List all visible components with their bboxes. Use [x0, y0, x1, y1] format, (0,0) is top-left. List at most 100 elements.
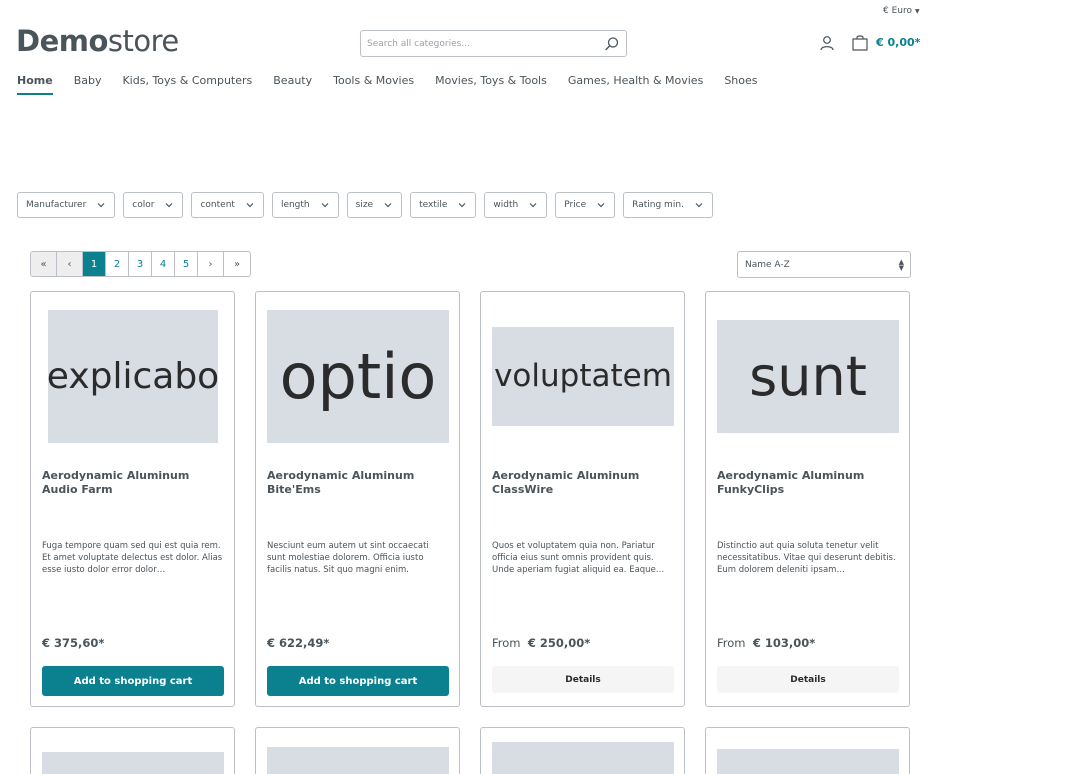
product-price: € 375,60*	[42, 636, 104, 650]
nav-item-games-health-movies[interactable]: Games, Health & Movies	[568, 74, 703, 95]
product-card	[480, 727, 685, 774]
filter-rating-min[interactable]: Rating min.	[623, 192, 713, 218]
sort-select[interactable]: Name A-Z ▲ ▼	[737, 251, 911, 278]
pagination-page-3[interactable]: 3	[129, 252, 152, 276]
product-title[interactable]: Aerodynamic Aluminum ClassWire	[492, 469, 677, 497]
currency-switcher[interactable]: € Euro ▼	[883, 6, 920, 16]
chevron-down-icon	[246, 203, 254, 208]
account-button[interactable]	[819, 35, 835, 51]
search-icon	[605, 37, 619, 51]
product-price: From € 103,00*	[717, 636, 815, 650]
chevron-down-icon	[384, 203, 392, 208]
search-input[interactable]	[367, 36, 592, 52]
filter-label: length	[280, 200, 310, 210]
product-description: Quos et voluptatem quia non. Pariatur of…	[492, 541, 665, 575]
filter-label: width	[493, 200, 519, 210]
filter-length[interactable]: length	[271, 192, 339, 218]
filter-bar: Manufacturer color content length size t…	[17, 192, 713, 218]
product-image: optio	[267, 309, 449, 443]
product-image: voluptatem	[492, 326, 674, 426]
pagination-next-button[interactable]: ›	[198, 252, 224, 276]
chevron-down-icon	[597, 203, 605, 208]
pagination-page-5[interactable]: 5	[175, 252, 198, 276]
product-image[interactable]	[42, 752, 224, 774]
product-image-container[interactable]: sunt	[717, 303, 899, 449]
chevron-down-icon	[458, 203, 466, 208]
filter-label: size	[355, 200, 374, 210]
search-box	[360, 30, 627, 57]
pagination-page-1[interactable]: 1	[83, 252, 106, 276]
product-card	[255, 727, 460, 774]
logo-light: store	[107, 24, 179, 58]
nav-item-shoes[interactable]: Shoes	[724, 74, 757, 95]
filter-manufacturer[interactable]: Manufacturer	[17, 192, 116, 218]
filter-size[interactable]: size	[346, 192, 403, 218]
cart-button[interactable]	[851, 34, 869, 52]
product-price-value: € 103,00*	[752, 636, 816, 650]
product-card: voluptatem Aerodynamic Aluminum ClassWir…	[480, 291, 685, 707]
product-image: explicabo	[48, 309, 218, 443]
chevron-down-icon	[166, 203, 173, 208]
product-price-value: € 375,60*	[42, 636, 105, 650]
filter-price[interactable]: Price	[555, 192, 616, 218]
filter-label: Rating min.	[632, 200, 684, 210]
details-button[interactable]: Details	[492, 666, 674, 693]
product-title[interactable]: Aerodynamic Aluminum Audio Farm	[42, 469, 227, 497]
pagination: « ‹ 1 2 3 4 5 › »	[30, 251, 251, 277]
filter-color[interactable]: color	[123, 192, 184, 218]
chevron-down-icon	[695, 203, 703, 208]
filter-label: color	[132, 200, 155, 210]
add-to-cart-button[interactable]: Add to shopping cart	[42, 666, 224, 696]
filter-label: Manufacturer	[26, 200, 87, 210]
product-image: sunt	[717, 319, 899, 433]
store-logo[interactable]: Demostore	[16, 24, 179, 58]
details-button[interactable]: Details	[717, 666, 899, 693]
pagination-page-2[interactable]: 2	[106, 252, 129, 276]
pagination-prev-button[interactable]: ‹	[57, 252, 83, 276]
product-title[interactable]: Aerodynamic Aluminum FunkyClips	[717, 469, 902, 497]
chevron-down-icon	[97, 203, 105, 208]
product-title[interactable]: Aerodynamic Aluminum Bite'Ems	[267, 469, 452, 497]
filter-label: Price	[564, 200, 587, 210]
product-card	[705, 727, 910, 774]
search-button[interactable]	[604, 36, 620, 52]
nav-item-home[interactable]: Home	[17, 74, 53, 95]
filter-textile[interactable]: textile	[410, 192, 477, 218]
filter-width[interactable]: width	[484, 192, 548, 218]
product-image[interactable]	[267, 747, 449, 774]
main-navigation: Home Baby Kids, Toys & Computers Beauty …	[17, 74, 779, 95]
product-image[interactable]	[717, 749, 899, 774]
pagination-last-button[interactable]: »	[224, 252, 250, 276]
pagination-first-button[interactable]: «	[31, 252, 57, 276]
nav-item-kids-toys-computers[interactable]: Kids, Toys & Computers	[122, 74, 252, 95]
nav-item-beauty[interactable]: Beauty	[273, 74, 312, 95]
nav-item-tools-movies[interactable]: Tools & Movies	[333, 74, 414, 95]
currency-label: € Euro	[883, 6, 912, 16]
product-price-value: € 622,49*	[267, 636, 330, 650]
product-price: € 622,49*	[267, 636, 329, 650]
product-image[interactable]	[492, 742, 674, 774]
product-description: Distinctio aut quia soluta tenetur velit…	[717, 541, 896, 575]
filter-label: textile	[419, 200, 448, 210]
product-card: optio Aerodynamic Aluminum Bite'Ems Nesc…	[255, 291, 460, 707]
nav-item-baby[interactable]: Baby	[74, 74, 102, 95]
product-price: From € 250,00*	[492, 636, 590, 650]
product-card	[30, 727, 235, 774]
filter-label: content	[200, 200, 235, 210]
product-card: explicabo Aerodynamic Aluminum Audio Far…	[30, 291, 235, 707]
chevron-down-icon	[321, 203, 329, 208]
cart-total[interactable]: € 0,00*	[876, 36, 920, 49]
cart-icon	[852, 35, 868, 51]
product-image-container[interactable]: voluptatem	[492, 303, 674, 449]
filter-content[interactable]: content	[191, 192, 264, 218]
product-price-value: € 250,00*	[527, 636, 591, 650]
product-price-prefix: From	[717, 636, 750, 650]
nav-item-movies-toys-tools[interactable]: Movies, Toys & Tools	[435, 74, 547, 95]
add-to-cart-button[interactable]: Add to shopping cart	[267, 666, 449, 696]
pagination-page-4[interactable]: 4	[152, 252, 175, 276]
caret-down-icon: ▼	[915, 8, 920, 15]
account-icon	[820, 36, 834, 51]
product-image-container[interactable]: explicabo	[42, 303, 224, 449]
product-image-container[interactable]: optio	[267, 303, 449, 449]
sort-selected-value: Name A-Z	[745, 259, 790, 270]
